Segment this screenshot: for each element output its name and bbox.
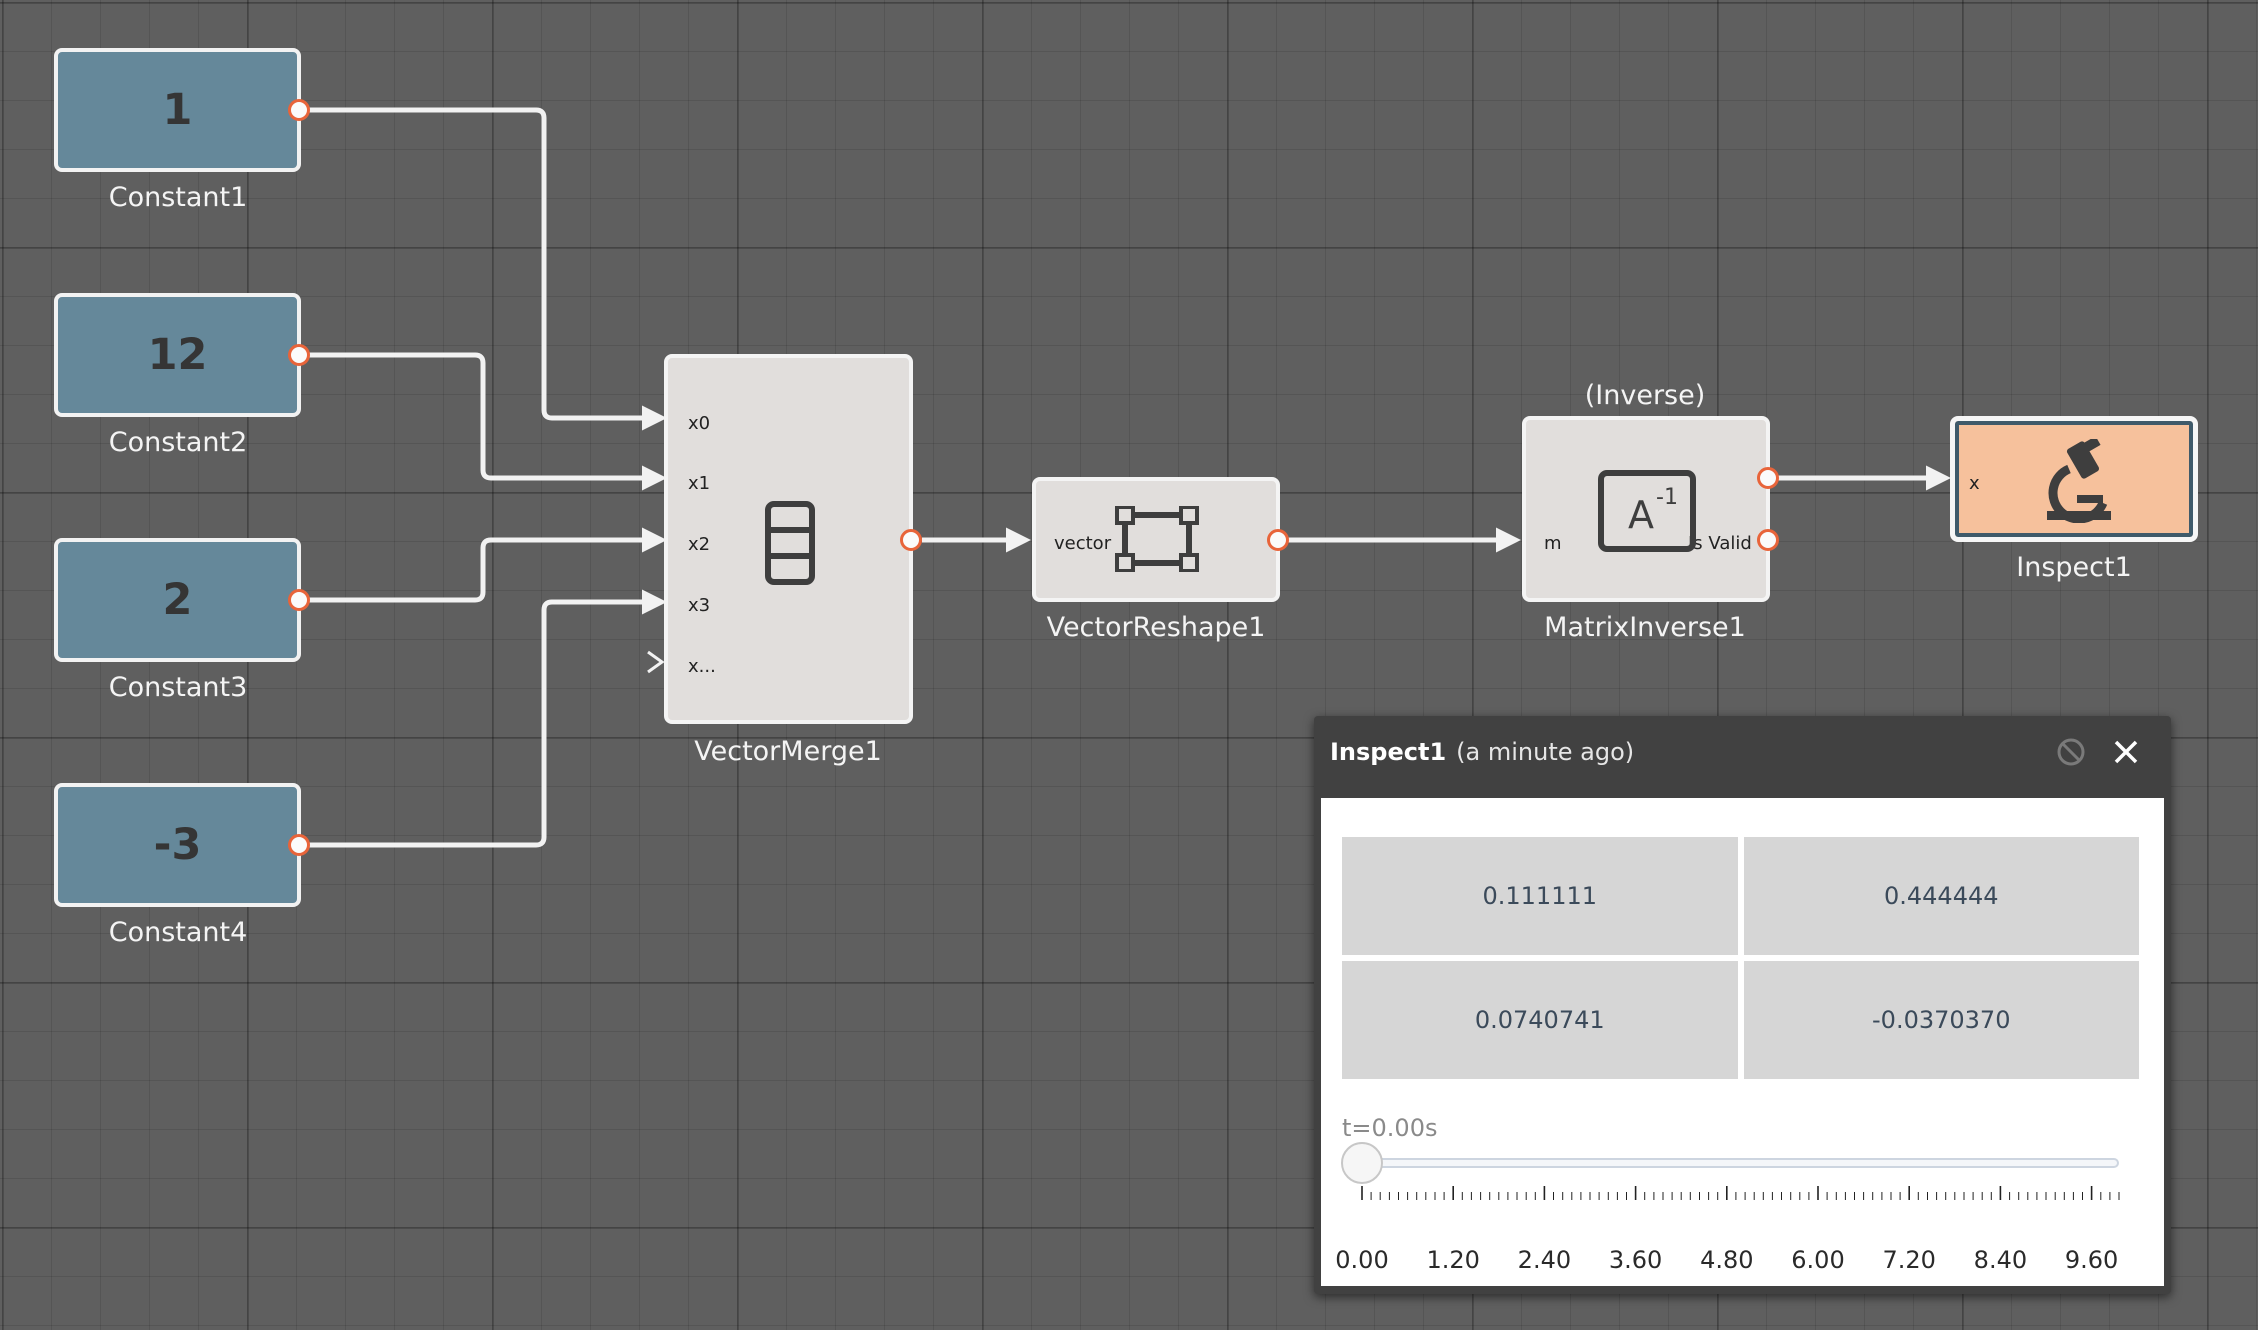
inspector-panel-title: Inspect1 (1330, 738, 1447, 766)
matrix-cell-r2-c1: 0.0740741 (1342, 961, 1738, 1079)
constant2-label: Constant2 (108, 427, 248, 458)
matrix-inverse-output-port[interactable] (1757, 467, 1779, 489)
vector-reshape-output-port[interactable] (1267, 529, 1289, 551)
matrix-inverse-label: MatrixInverse1 (1544, 612, 1746, 643)
constant4-label: Constant4 (108, 917, 248, 948)
matrix-inverse-icon: A -1 (1598, 470, 1696, 552)
matrix-cell-r2-c2: -0.0370370 (1743, 961, 2139, 1079)
inspect-block[interactable]: x (1950, 416, 2198, 542)
tick-label: 6.00 (1791, 1246, 1845, 1274)
tick-label: 1.20 (1426, 1246, 1480, 1274)
close-icon[interactable] (2110, 736, 2142, 768)
constant3-block[interactable]: 2 (54, 538, 301, 662)
inspector-panel-timestamp: (a minute ago) (1456, 738, 1635, 766)
wire-constant1-to-x0 (300, 107, 667, 431)
constant1-value: 1 (162, 85, 193, 135)
tick-label: 3.60 (1608, 1246, 1663, 1274)
constant1-block[interactable]: 1 (54, 48, 301, 172)
constant4-block[interactable]: -3 (54, 783, 301, 907)
constant3-output-port[interactable] (288, 589, 310, 611)
vector-reshape-port-vector: vector (1054, 533, 1112, 554)
vector-merge-port-x3: x3 (688, 595, 711, 616)
wire-constant2-to-x1 (300, 352, 667, 491)
constant1-output-port[interactable] (288, 99, 310, 121)
vector-merge-output-port[interactable] (900, 529, 922, 551)
inspector-panel[interactable]: Inspect1 (a minute ago) 0.111111 0.44444… (1314, 716, 2171, 1294)
constant2-block[interactable]: 12 (54, 293, 301, 417)
constant2-output-port[interactable] (288, 344, 310, 366)
vector-merge-port-x2: x2 (688, 534, 711, 555)
vector-merge-label: VectorMerge1 (694, 736, 882, 767)
wire-constant3-to-x2 (300, 527, 667, 603)
inspector-panel-body: 0.111111 0.444444 0.0740741 -0.0370370 t… (1321, 798, 2164, 1286)
vector-merge-port-x0: x0 (688, 413, 711, 434)
tick-label: 7.20 (1882, 1246, 1936, 1274)
matrix-inverse-annotation: (Inverse) (1584, 380, 1706, 411)
matrix-cell-r1-c2: 0.444444 (1743, 837, 2139, 955)
constant3-value: 2 (162, 575, 193, 625)
constant2-value: 12 (147, 330, 208, 380)
constant1-label: Constant1 (108, 182, 248, 213)
stack-icon (765, 501, 815, 585)
tick-label: 9.60 (2064, 1246, 2119, 1274)
disable-icon[interactable] (2055, 736, 2087, 768)
svg-text:A: A (1628, 493, 1654, 537)
constant3-label: Constant3 (108, 672, 248, 703)
microscope-icon (2047, 439, 2111, 523)
time-slider-thumb[interactable] (1341, 1142, 1383, 1184)
vector-reshape-label: VectorReshape1 (1046, 612, 1266, 643)
vector-merge-block[interactable]: x0 x1 x2 x3 x... (664, 354, 913, 724)
tick-label: 8.40 (1973, 1246, 2028, 1274)
vector-merge-port-more: x... (688, 656, 716, 677)
vector-reshape-block[interactable]: vector (1032, 477, 1280, 602)
svg-text:-1: -1 (1656, 485, 1678, 510)
wire-constant4-to-x3 (300, 589, 667, 848)
inspect-port-x: x (1969, 473, 1980, 494)
matrix-cell-r1-c1: 0.111111 (1342, 837, 1738, 955)
constant4-value: -3 (153, 820, 202, 870)
vector-merge-extra-input-chevron (647, 650, 665, 674)
time-slider-ticks (1361, 1186, 2120, 1200)
matrix-inverse-port-is-valid: Is Valid (1688, 533, 1752, 554)
tick-label: 4.80 (1700, 1246, 1754, 1274)
time-slider-track[interactable] (1363, 1158, 2119, 1168)
matrix-result-table: 0.111111 0.444444 0.0740741 -0.0370370 (1342, 837, 2139, 1079)
vector-merge-port-x1: x1 (688, 473, 711, 494)
matrix-inverse-port-m: m (1544, 533, 1562, 554)
reshape-icon (1115, 506, 1199, 572)
inspector-panel-header[interactable]: Inspect1 (a minute ago) (1314, 716, 2171, 788)
inspect-label: Inspect1 (2016, 552, 2132, 583)
tick-label: 2.40 (1517, 1246, 1572, 1274)
matrix-inverse-is-valid-port[interactable] (1757, 529, 1779, 551)
tick-label: 0.00 (1335, 1246, 1389, 1274)
matrix-inverse-block[interactable]: m Is Valid A -1 (1522, 416, 1770, 602)
constant4-output-port[interactable] (288, 834, 310, 856)
time-label: t=0.00s (1342, 1114, 1438, 1142)
